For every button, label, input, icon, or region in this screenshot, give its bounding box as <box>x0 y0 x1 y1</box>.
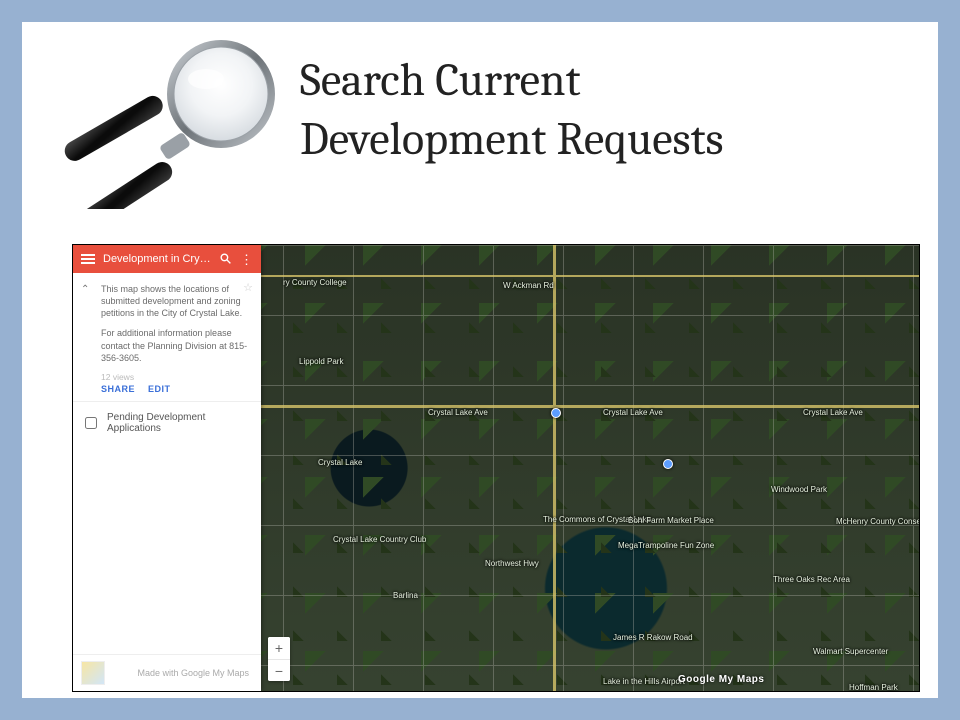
heading-row: Search Current Development Requests <box>56 34 904 209</box>
magnifier-icon <box>56 34 286 209</box>
more-icon[interactable]: ⋮ <box>240 253 253 266</box>
zoom-out-button[interactable]: − <box>268 659 290 681</box>
sidebar-links: SHARE EDIT <box>101 383 249 395</box>
poi-marker[interactable] <box>663 459 673 469</box>
sidebar-footer: Made with Google My Maps <box>73 654 261 691</box>
collapse-icon[interactable]: ⌃ <box>81 283 89 297</box>
description-text-2: For additional information please contac… <box>101 327 249 363</box>
sidebar-header: Development in Crystal … ⋮ <box>73 245 261 273</box>
menu-icon[interactable] <box>81 254 95 264</box>
poi-marker[interactable] <box>551 408 561 418</box>
page-title-line1: Search Current <box>300 54 581 107</box>
page-title-line2: Development Requests <box>300 113 724 166</box>
description-text-1: This map shows the locations of submitte… <box>101 283 249 319</box>
search-icon[interactable] <box>219 252 232 267</box>
share-button[interactable]: SHARE <box>101 384 135 394</box>
slide-content: Search Current Development Requests ry C… <box>22 22 938 698</box>
star-icon[interactable]: ☆ <box>243 281 253 296</box>
layer-label: Pending Development Applications <box>107 412 249 434</box>
map-title: Development in Crystal … <box>103 253 211 265</box>
sidebar-description: ⌃ ☆ This map shows the locations of subm… <box>73 273 261 401</box>
attribution-text: Made with Google My Maps <box>113 668 253 678</box>
slide-border: Search Current Development Requests ry C… <box>0 0 960 720</box>
page-title: Search Current Development Requests <box>300 34 724 170</box>
layer-checkbox[interactable] <box>85 417 97 429</box>
google-my-maps-logo: Google My Maps <box>678 674 764 685</box>
basemap-thumbnail[interactable] <box>81 661 105 685</box>
views-count: 12 views <box>101 372 249 383</box>
edit-button[interactable]: EDIT <box>148 384 171 394</box>
zoom-in-button[interactable]: + <box>268 637 290 659</box>
map-sidebar: Development in Crystal … ⋮ ⌃ ☆ This map … <box>73 245 261 691</box>
zoom-control: + − <box>268 637 290 681</box>
map-frame: ry County CollegeLippold ParkCrystal Lak… <box>72 244 920 692</box>
layer-row[interactable]: Pending Development Applications <box>73 402 261 444</box>
